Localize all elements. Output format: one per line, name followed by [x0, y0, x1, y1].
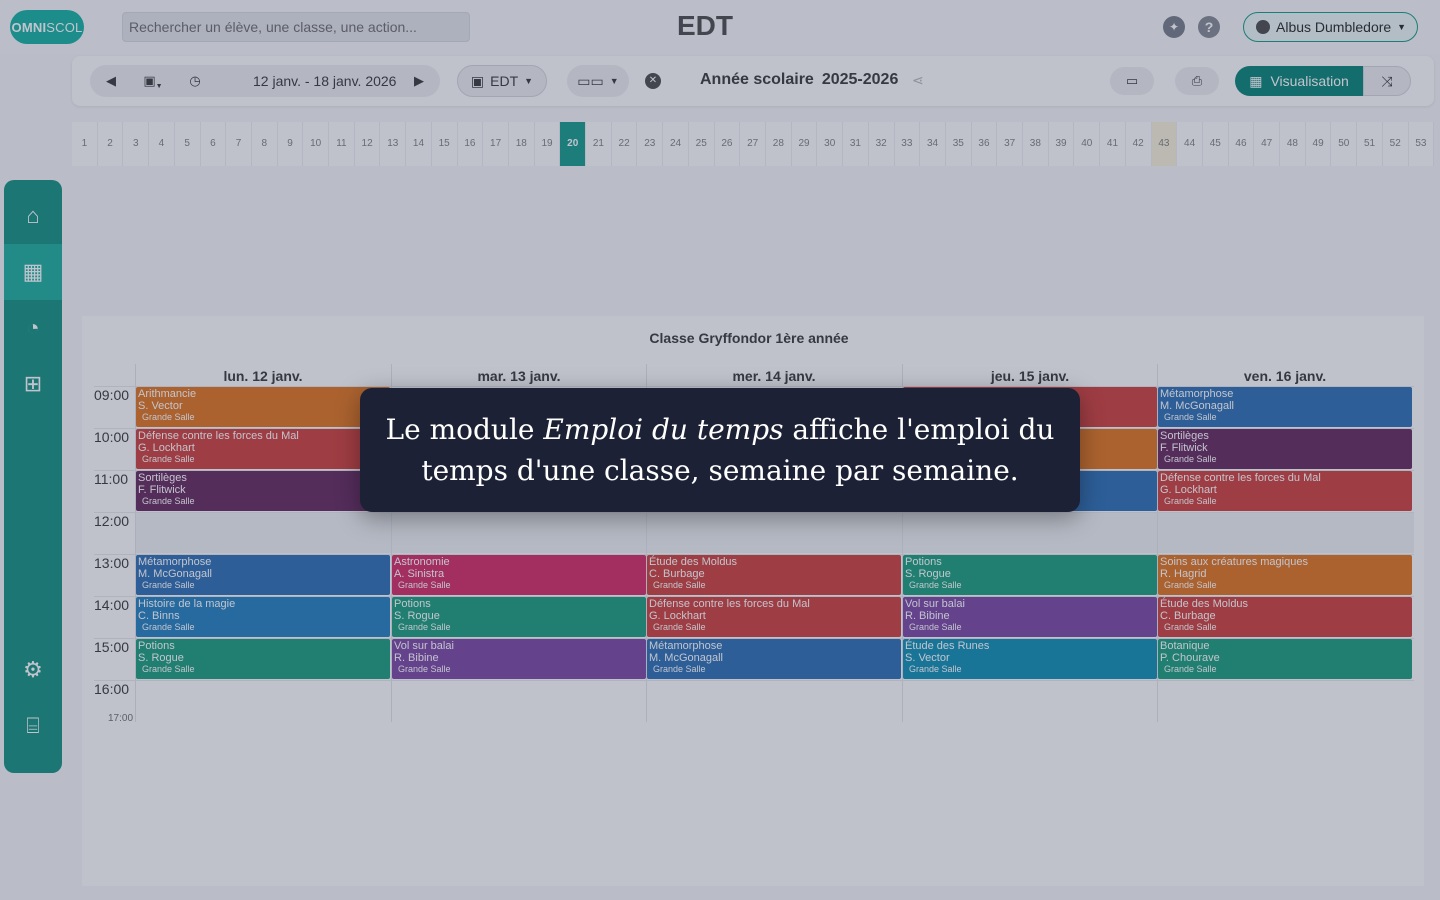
- tooltip-text-before: Le module: [385, 413, 544, 446]
- tooltip-emphasis: Emploi du temps: [543, 413, 784, 446]
- tour-tooltip: Le module Emploi du temps affiche l'empl…: [360, 388, 1080, 512]
